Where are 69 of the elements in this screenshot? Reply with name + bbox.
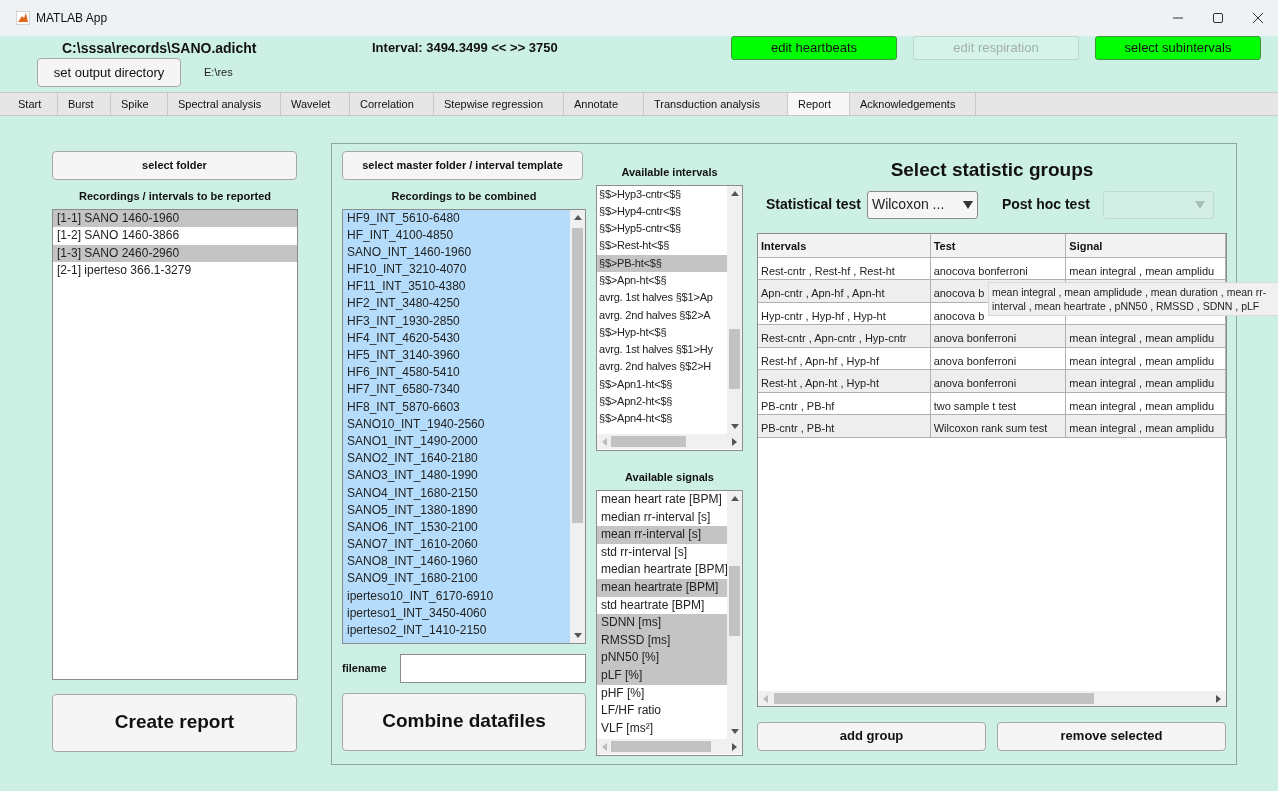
table-cell-text: PB-cntr , PB-hf — [761, 398, 835, 414]
button[interactable]: select master folder / interval template — [342, 151, 583, 180]
list-label: Available intervals — [620, 165, 719, 180]
combine-list[interactable] — [342, 208, 586, 644]
caret-icon — [1194, 200, 1205, 209]
list-item[interactable]: SDNN [ms] — [597, 614, 727, 632]
table-cell-text: mean integral , mean amplidu — [1069, 353, 1215, 369]
horizontal-scrollbar[interactable] — [597, 739, 742, 754]
list-item[interactable]: [1-1] SANO 1460-1960 — [53, 209, 297, 227]
table-cell-text: mean integral , mean amplidu — [1069, 331, 1215, 346]
table-cell-text: two sample t test — [933, 398, 1017, 414]
app-logo-icon — [16, 11, 30, 25]
table-cell-text: Rest-ht , Apn-ht , Hyp-ht — [761, 376, 879, 391]
column-header[interactable]: Signal — [1066, 233, 1226, 257]
list-item[interactable]: mean rr-interval [s] — [597, 526, 727, 544]
signals-list[interactable] — [596, 490, 743, 756]
table-cell-text: mean integral , mean amplidu — [1069, 376, 1215, 391]
button[interactable]: add group — [757, 721, 986, 751]
table-cell-text: Rest-cntr , Rest-hf , Rest-ht — [761, 263, 895, 279]
table-cell-text: anova bonferroni — [933, 376, 1017, 391]
table-cell-text: mean integral , mean amplidu — [1069, 398, 1215, 414]
window-title: MATLAB App — [36, 10, 108, 27]
button[interactable]: set output directory — [37, 58, 181, 87]
file-path: C:\sssa\records\SANO.adicht — [62, 39, 258, 58]
table-cell-text: Apn-cntr , Apn-hf , Apn-ht — [761, 286, 885, 301]
table-cell-text: anova bonferroni — [933, 331, 1017, 346]
list-item[interactable]: pNN50 [%] — [597, 649, 727, 667]
header-button[interactable]: edit heartbeats — [731, 36, 897, 60]
table-cell-text: anova bonferroni — [933, 353, 1017, 369]
close-icon[interactable] — [1252, 12, 1264, 24]
header-button[interactable]: select subintervals — [1095, 36, 1261, 60]
caret-icon — [962, 200, 973, 209]
table-cell-text: mean integral , mean amplidu — [1069, 421, 1215, 436]
posthoc-label: Post hoc test — [1001, 195, 1090, 214]
maximize-icon[interactable] — [1212, 12, 1224, 24]
table-cell-text: PB-cntr , PB-ht — [761, 421, 835, 436]
vertical-scrollbar[interactable] — [727, 491, 742, 739]
horizontal-scrollbar[interactable] — [758, 690, 1226, 706]
list-label: Recordings to be combined — [390, 189, 538, 204]
table-cell-text: Hyp-cntr , Hyp-hf , Hyp-ht — [761, 308, 886, 324]
table-cell-text: anocova bonferroni — [933, 263, 1028, 279]
table-cell-text: anocova b — [933, 308, 985, 324]
test-dropdown[interactable]: Wilcoxon ... — [866, 190, 978, 219]
table-cell-text: mean integral , mean amplidu — [1069, 263, 1215, 279]
button[interactable]: remove selected — [997, 721, 1226, 751]
vertical-scrollbar[interactable] — [727, 185, 742, 434]
button[interactable]: Create report — [52, 693, 297, 752]
button[interactable]: Combine datafiles — [342, 692, 586, 751]
tooltip: mean integral , mean amplidude , mean duration , mean rr-interval , mean heartrate , pNN50 , RMSSD , SDNN , pLF — [988, 281, 1278, 316]
table-cell-text: Rest-hf , Apn-hf , Hyp-hf — [761, 353, 879, 369]
interval-label: Interval: 3494.3499 << >> 3750 — [372, 39, 559, 57]
column-header[interactable]: Intervals — [758, 233, 931, 257]
horizontal-scrollbar[interactable] — [597, 433, 742, 449]
output-path: E:\res — [204, 65, 233, 81]
section-title: Select statistic groups — [889, 158, 1095, 182]
vertical-scrollbar[interactable] — [570, 209, 585, 643]
intervals-list[interactable] — [596, 184, 743, 451]
column-header[interactable]: Test — [930, 233, 1067, 257]
tab[interactable]: Report — [788, 93, 850, 115]
filename-label: filename — [342, 660, 388, 676]
list-label: Available signals — [624, 469, 715, 485]
button[interactable]: select folder — [52, 151, 297, 180]
table-cell-text: Wilcoxon rank sum test — [933, 421, 1048, 436]
filename-field[interactable] — [400, 653, 586, 683]
list-label: Recordings / intervals to be reported — [78, 189, 272, 204]
table-cell-text: anocova b — [933, 286, 985, 301]
test-label: Statistical test — [766, 195, 861, 214]
recordings-list[interactable]: [1-1] SANO 1460-1960 [1-2] SANO 1460-3866 [1-3] SANO 2460-2960 [2-1] iperteso 366.1-3279 — [52, 208, 298, 680]
table-cell-text: Rest-cntr , Apn-cntr , Hyp-cntr — [761, 331, 907, 346]
